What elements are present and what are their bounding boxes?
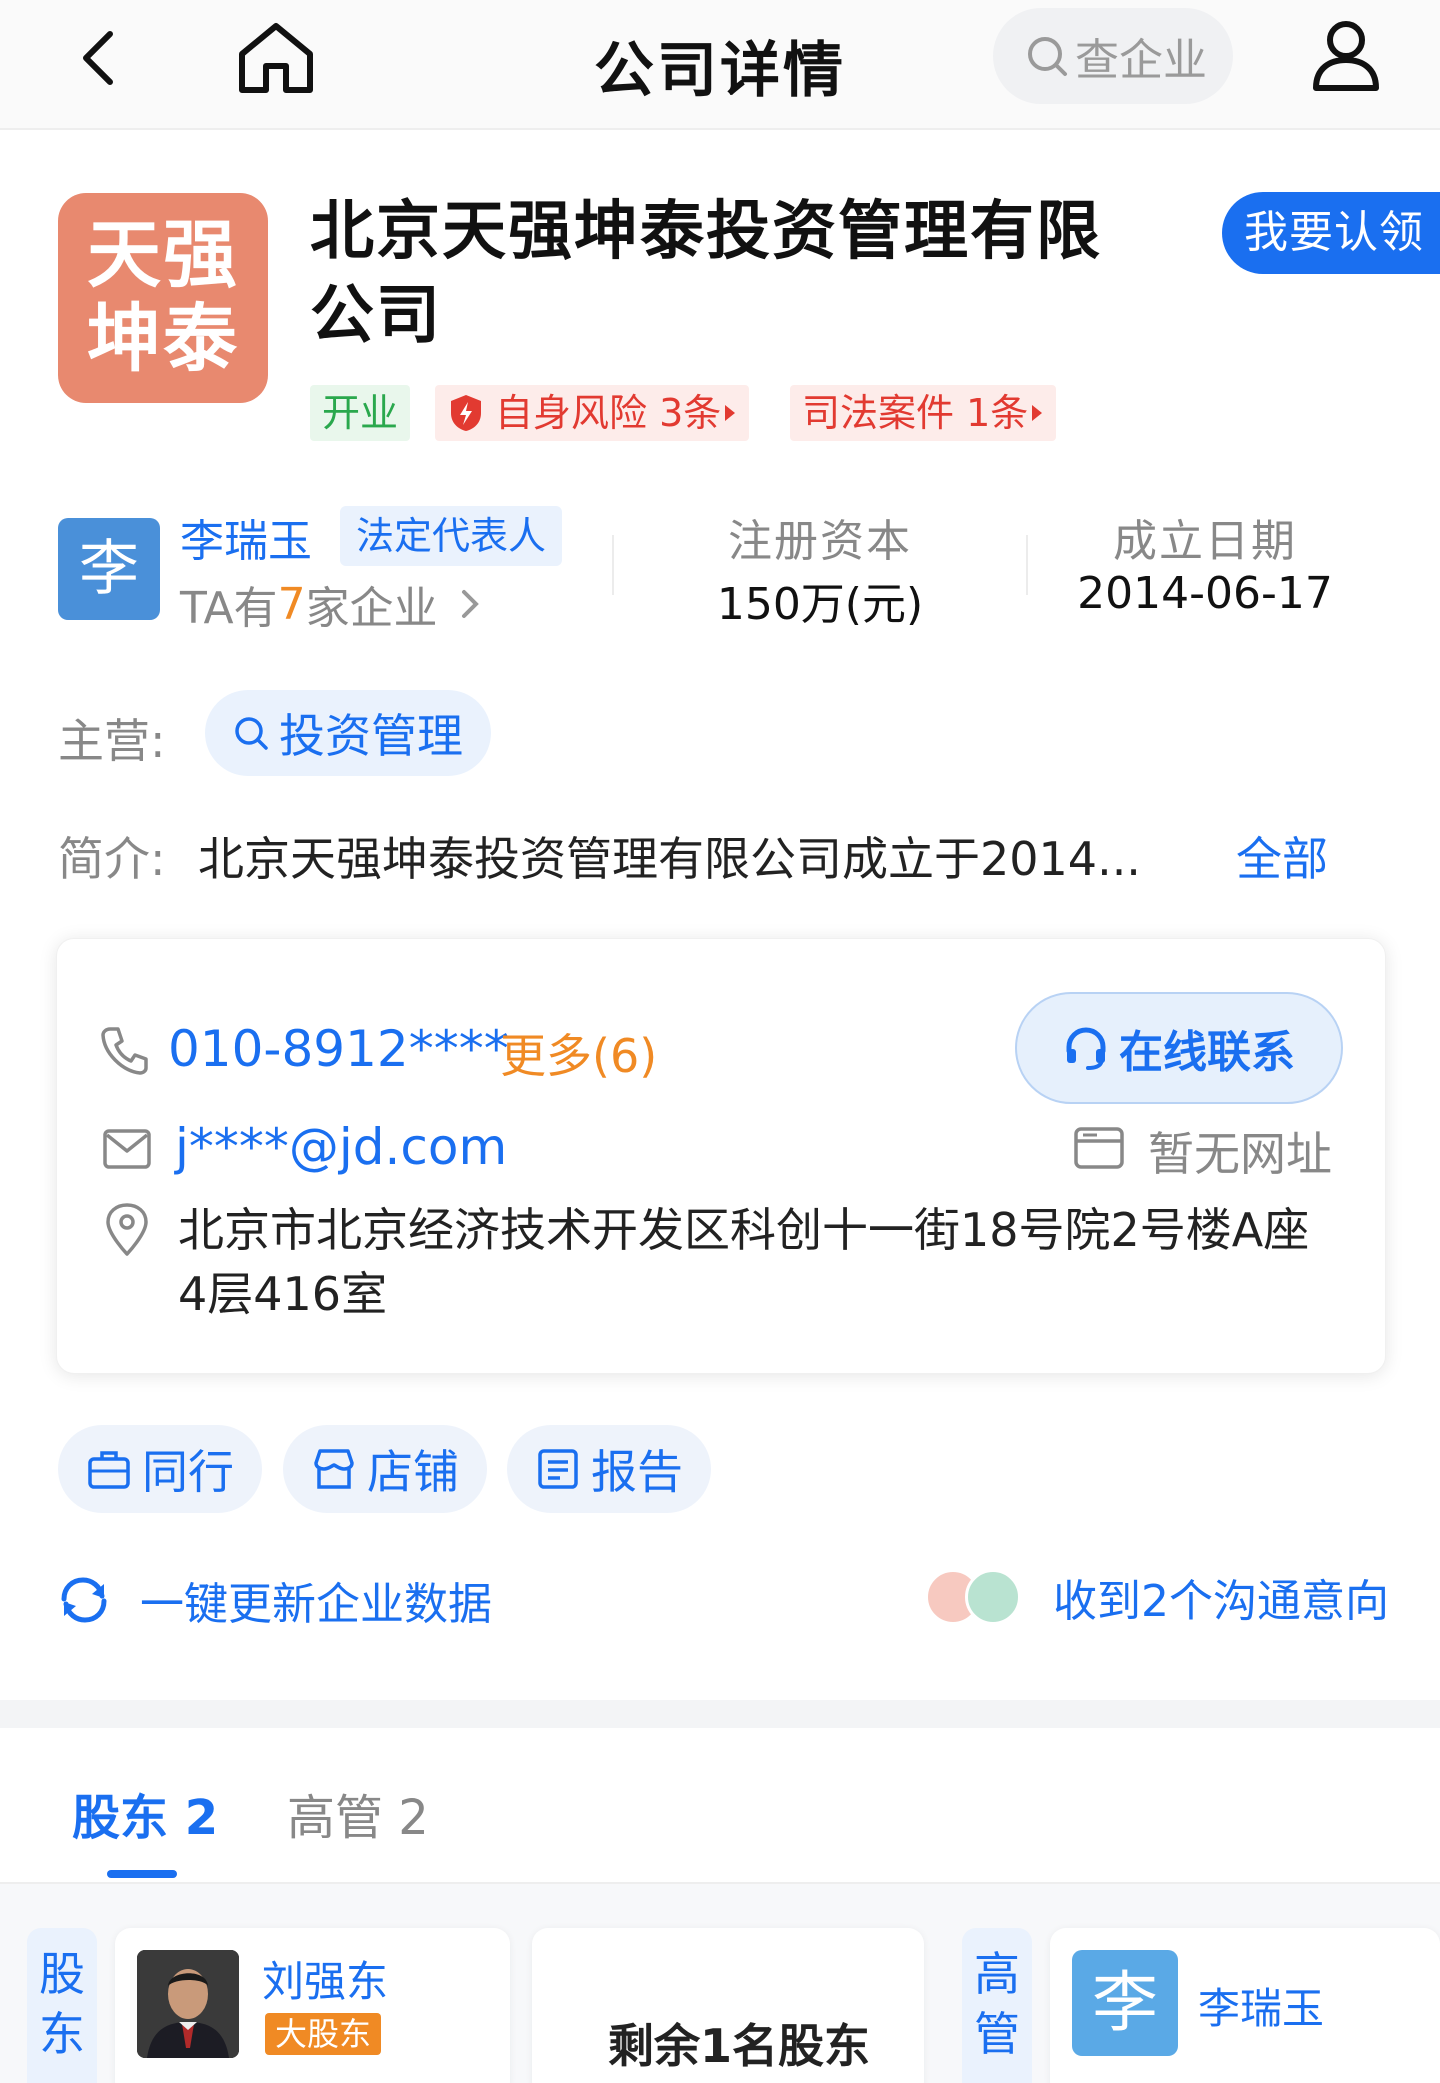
tab-active-indicator: [107, 1870, 177, 1878]
location-pin-icon: [106, 1203, 148, 1256]
email-icon: [103, 1129, 151, 1169]
peers-label: 同行: [142, 1445, 234, 1499]
tab-shareholders[interactable]: 股东 2: [72, 1778, 218, 1848]
capital-label: 注册资本: [728, 516, 912, 567]
legal-rep-company-count[interactable]: TA有 7 家企业: [180, 572, 484, 636]
shops-label: 店铺: [367, 1445, 459, 1499]
store-icon: [314, 1449, 354, 1489]
risk-tag[interactable]: 自身风险 3条: [435, 385, 750, 441]
website-value: 暂无网址: [1148, 1127, 1332, 1181]
refresh-data-link[interactable]: 一键更新企业数据: [58, 1568, 492, 1632]
shareholder-name[interactable]: 刘强东: [262, 1948, 388, 2009]
lawsuit-tag-label: 司法案件 1条: [802, 391, 1029, 435]
intro-expand-link[interactable]: 全部: [1236, 823, 1328, 889]
executive-name[interactable]: 李瑞玉: [1198, 1975, 1324, 2036]
intro-label: 简介:: [58, 832, 166, 886]
founded-label: 成立日期: [1113, 516, 1297, 567]
count-prefix: TA有: [180, 583, 278, 634]
executive-avatar: 李: [1072, 1950, 1178, 2056]
peers-button[interactable]: 同行: [58, 1425, 262, 1513]
more-shareholders-label: 剩余1名股东: [608, 2019, 871, 2073]
divider: [612, 535, 614, 595]
claim-button[interactable]: 我要认领: [1222, 192, 1440, 274]
executives-vertical-label: 高 管: [962, 1928, 1032, 2083]
more-phones-link[interactable]: 更多(6): [500, 1020, 657, 1086]
search-icon: [235, 717, 268, 750]
phone-icon: [101, 1027, 148, 1075]
refresh-data-label: 一键更新企业数据: [140, 1579, 492, 1630]
website-icon: [1074, 1127, 1124, 1169]
tab-executives[interactable]: 高管 2: [287, 1778, 429, 1848]
phone-number[interactable]: 010-8912****: [168, 1020, 509, 1078]
divider: [1026, 535, 1028, 595]
intent-link[interactable]: 收到2个沟通意向: [925, 1565, 1389, 1629]
main-business-chip[interactable]: 投资管理: [205, 690, 491, 776]
online-contact-label: 在线联系: [1119, 1027, 1295, 1078]
status-badge: 开业: [310, 385, 411, 441]
company-name: 北京天强坤泰投资管理有限公司: [310, 195, 1102, 353]
refresh-icon: [61, 1577, 107, 1623]
legal-rep-role-badge: 法定代表人: [340, 506, 563, 566]
main-business-label: 主营:: [58, 714, 166, 768]
legal-rep-avatar[interactable]: 李: [58, 518, 160, 620]
count-suffix: 家企业: [305, 583, 438, 634]
intro-text: 北京天强坤泰投资管理有限公司成立于2014...: [198, 832, 1141, 886]
online-contact-button[interactable]: 在线联系: [1015, 992, 1343, 1104]
avatar-icon: [965, 1569, 1021, 1625]
label-char: 东: [39, 2007, 85, 2061]
search-button[interactable]: 查企业: [993, 8, 1233, 104]
label-char: 高: [974, 1947, 1020, 2001]
headset-icon: [1066, 1027, 1106, 1070]
search-placeholder: 查企业: [1075, 35, 1207, 86]
label-char: 管: [974, 2007, 1020, 2061]
logo-text-line1: 天强: [87, 212, 239, 298]
risk-tag-label: 自身风险 3条: [495, 391, 722, 435]
count-number: 7: [277, 578, 306, 630]
shield-alert-icon: [451, 395, 481, 431]
founded-value: 2014-06-17: [1077, 568, 1333, 619]
intent-avatars: [925, 1569, 1035, 1625]
logo-text-line2: 坤泰: [87, 296, 239, 382]
major-shareholder-badge: 大股东: [265, 2013, 382, 2055]
arrow-right-small-icon: [725, 405, 736, 421]
intent-label: 收到2个沟通意向: [1053, 1576, 1389, 1627]
legal-rep-name[interactable]: 李瑞玉: [180, 505, 312, 569]
search-icon: [1028, 37, 1067, 76]
shareholders-vertical-label: 股 东: [27, 1928, 97, 2083]
company-logo: 天强 坤泰: [58, 193, 268, 403]
company-address[interactable]: 北京市北京经济技术开发区科创十一街18号院2号楼A座4层416室: [178, 1198, 1338, 1326]
briefcase-icon: [88, 1451, 130, 1489]
shops-button[interactable]: 店铺: [283, 1425, 487, 1513]
email-address[interactable]: j****@jd.com: [175, 1118, 507, 1176]
label-char: 股: [39, 1947, 85, 2001]
report-button[interactable]: 报告: [507, 1425, 711, 1513]
capital-value: 150万(元): [716, 579, 924, 630]
arrow-right-small-icon: [1032, 405, 1043, 421]
report-icon: [538, 1449, 578, 1489]
top-bar: 公司详情 查企业: [0, 0, 1440, 130]
chevron-right-icon: [461, 590, 479, 618]
user-profile-icon[interactable]: [1310, 18, 1382, 94]
report-label: 报告: [591, 1445, 683, 1499]
main-business-value: 投资管理: [279, 709, 463, 763]
lawsuit-tag[interactable]: 司法案件 1条: [790, 385, 1057, 441]
person-photo-icon: [137, 1950, 239, 2058]
shareholder-photo: [137, 1950, 239, 2058]
section-gap: [0, 1700, 1440, 1728]
